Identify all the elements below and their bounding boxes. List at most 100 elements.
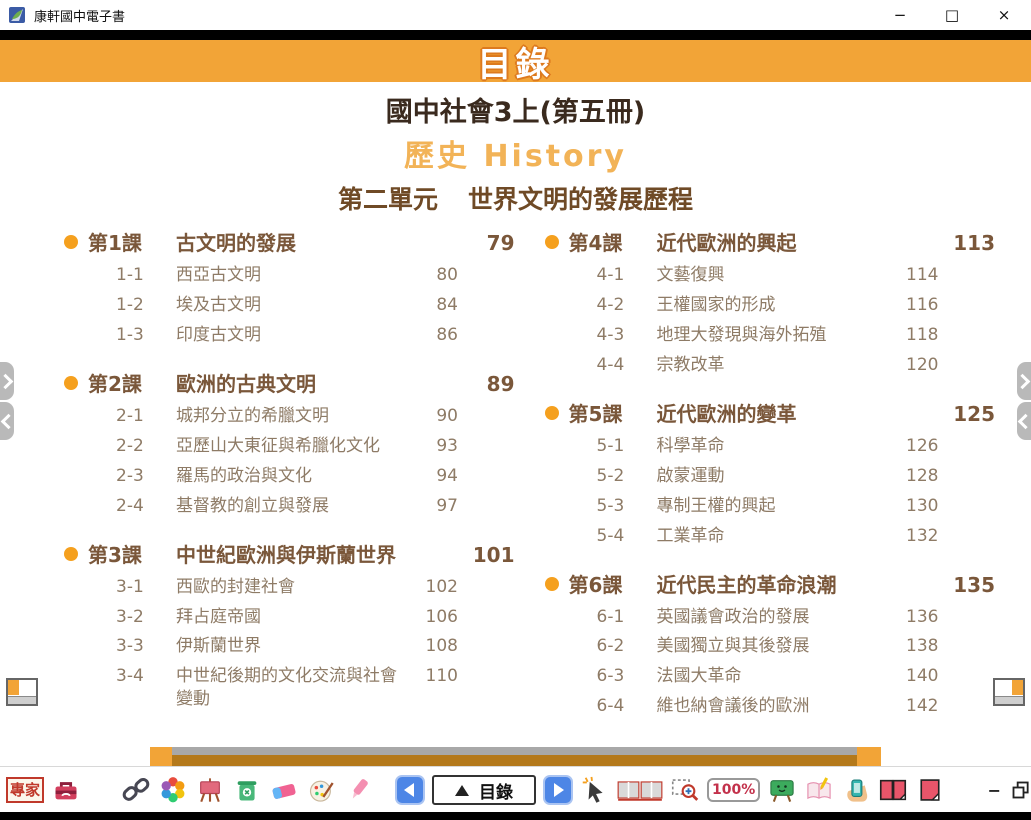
left-nav-next-tab[interactable] <box>0 362 14 400</box>
section-page-number: 114 <box>891 264 939 287</box>
toolbox-icon[interactable] <box>51 775 81 805</box>
link-icon[interactable] <box>121 775 151 805</box>
toc-section-item[interactable]: 5-4 工業革命 132 <box>545 525 996 548</box>
toc-section-item[interactable]: 1-2 埃及古文明 84 <box>64 294 515 317</box>
toc-section-item[interactable]: 4-3 地理大發現與海外拓殖 118 <box>545 324 996 347</box>
toc-section-item[interactable]: 3-3 伊斯蘭世界 108 <box>64 635 515 658</box>
section-title: 宗教改革 <box>657 354 891 377</box>
toc-section-item[interactable]: 6-3 法國大革命 140 <box>545 665 996 688</box>
zoom-select-icon[interactable] <box>670 775 700 805</box>
toc-lesson-header[interactable]: 第3課 中世紀歐洲與伊斯蘭世界 101 <box>64 542 515 569</box>
unit-heading: 第二單元世界文明的發展歷程 <box>0 180 1031 216</box>
open-book-glyph <box>617 776 663 804</box>
window-minimize-button[interactable]: − <box>889 6 911 24</box>
bottom-left-page-corner-icon[interactable] <box>6 678 38 706</box>
toc-lesson-header[interactable]: 第6課 近代民主的革命浪潮 135 <box>545 572 996 599</box>
trash-glyph <box>233 776 261 804</box>
open-book-icon[interactable] <box>617 775 663 805</box>
page-nav-box[interactable]: 目錄 <box>432 775 536 805</box>
toc-section-item[interactable]: 4-4 宗教改革 120 <box>545 354 996 377</box>
toc-lesson-header[interactable]: 第5課 近代歐洲的變革 125 <box>545 401 996 428</box>
toc-section-item[interactable]: 6-1 英國議會政治的發展 136 <box>545 606 996 629</box>
toolbar-minimize-button[interactable]: − <box>985 781 1003 800</box>
toc-section-item[interactable]: 5-3 專制王權的興起 130 <box>545 495 996 518</box>
section-number: 4-1 <box>597 264 657 287</box>
pointer-icon[interactable] <box>580 775 610 805</box>
palette-glyph <box>307 776 335 804</box>
app-window: 康軒國中電子書 − □ × 目錄 國中社會3上(第五冊) 歷史 History … <box>0 0 1031 820</box>
toc-section-item[interactable]: 5-2 啟蒙運動 128 <box>545 465 996 488</box>
next-page-button[interactable] <box>543 775 573 805</box>
section-title: 基督教的創立與發展 <box>176 495 410 518</box>
horizontal-scrollbar[interactable] <box>150 747 881 766</box>
chalkboard-icon[interactable] <box>767 775 797 805</box>
trash-icon[interactable] <box>232 775 262 805</box>
bottom-right-page-corner-icon[interactable] <box>993 678 1025 706</box>
toc-lesson-header[interactable]: 第1課 古文明的發展 79 <box>64 230 515 257</box>
section-number: 5-2 <box>597 465 657 488</box>
toc-section-item[interactable]: 5-1 科學革命 126 <box>545 435 996 458</box>
toc-section-item[interactable]: 4-2 王權國家的形成 116 <box>545 294 996 317</box>
chevron-right-icon <box>1015 373 1031 389</box>
toc-section-item[interactable]: 3-1 西歐的封建社會 102 <box>64 576 515 599</box>
left-nav-prev-tab[interactable] <box>0 402 14 440</box>
scrollbar-thumb[interactable] <box>172 747 857 766</box>
one-page-view-glyph <box>916 776 944 804</box>
restore-glyph <box>1011 780 1031 800</box>
toc-section-item[interactable]: 3-4 中世紀後期的文化交流與社會變動 110 <box>64 665 515 711</box>
expert-mode-button-left[interactable]: 專家 <box>6 777 44 804</box>
toc-section-item[interactable]: 3-2 拜占庭帝國 106 <box>64 606 515 629</box>
section-title: 羅馬的政治與文化 <box>176 465 410 488</box>
pinwheel-icon[interactable] <box>158 775 188 805</box>
toc-section-item[interactable]: 4-1 文藝復興 114 <box>545 264 996 287</box>
chevron-left-icon <box>1 413 17 429</box>
one-page-view-icon[interactable] <box>915 775 945 805</box>
right-nav-prev-tab[interactable] <box>1017 402 1031 440</box>
palette-icon[interactable] <box>306 775 336 805</box>
chevron-right-icon <box>0 373 13 389</box>
section-number: 3-4 <box>116 665 176 688</box>
toc-section-item[interactable]: 6-4 維也納會議後的歐洲 142 <box>545 695 996 718</box>
zoom-level-button[interactable]: 100% <box>707 778 760 802</box>
window-maximize-button[interactable]: □ <box>941 6 963 24</box>
toc-lesson-header[interactable]: 第2課 歐洲的古典文明 89 <box>64 371 515 398</box>
phone-hand-icon[interactable] <box>841 775 871 805</box>
link-glyph <box>122 776 150 804</box>
section-page-number: 93 <box>410 435 458 458</box>
easel-icon[interactable] <box>195 775 225 805</box>
toc-section-item[interactable]: 1-3 印度古文明 86 <box>64 324 515 347</box>
toc-lesson-block: 第3課 中世紀歐洲與伊斯蘭世界 101 3-1 西歐的封建社會 102 3-2 … <box>64 542 515 712</box>
section-page-number: 84 <box>410 294 458 317</box>
section-number: 2-1 <box>116 405 176 428</box>
right-nav-next-tab[interactable] <box>1017 362 1031 400</box>
toc-section-item[interactable]: 2-4 基督教的創立與發展 97 <box>64 495 515 518</box>
section-page-number: 136 <box>891 606 939 629</box>
window-close-button[interactable]: × <box>993 6 1015 24</box>
app-logo-glyph <box>8 6 26 24</box>
toc-section-item[interactable]: 2-3 羅馬的政治與文化 94 <box>64 465 515 488</box>
section-number: 1-3 <box>116 324 176 347</box>
highlighter-icon[interactable] <box>343 775 373 805</box>
bullet-icon <box>545 406 559 420</box>
toc-lesson-header[interactable]: 第4課 近代歐洲的興起 113 <box>545 230 996 257</box>
section-page-number: 90 <box>410 405 458 428</box>
section-number: 3-2 <box>116 606 176 629</box>
book-series-title: 國中社會3上(第五冊) <box>0 90 1031 129</box>
toolbar-restore-button[interactable] <box>1010 775 1031 805</box>
unit-label: 第二單元 <box>338 185 438 214</box>
toc-section-item[interactable]: 1-1 西亞古文明 80 <box>64 264 515 287</box>
eraser-icon[interactable] <box>269 775 299 805</box>
section-page-number: 140 <box>891 665 939 688</box>
window-controls: − □ × <box>889 6 1015 24</box>
section-number: 6-3 <box>597 665 657 688</box>
toc-section-item[interactable]: 2-1 城邦分立的希臘文明 90 <box>64 405 515 428</box>
prev-page-button[interactable] <box>395 775 425 805</box>
notebook-icon[interactable] <box>804 775 834 805</box>
two-page-view-icon[interactable] <box>878 775 908 805</box>
book-subject-title: 歷史 History <box>0 131 1031 175</box>
toc-section-item[interactable]: 6-2 美國獨立與其後發展 138 <box>545 635 996 658</box>
lesson-title: 中世紀歐洲與伊斯蘭世界 <box>176 542 467 569</box>
section-number: 3-3 <box>116 635 176 658</box>
toc-section-item[interactable]: 2-2 亞歷山大東征與希臘化文化 93 <box>64 435 515 458</box>
highlighter-glyph <box>344 776 372 804</box>
